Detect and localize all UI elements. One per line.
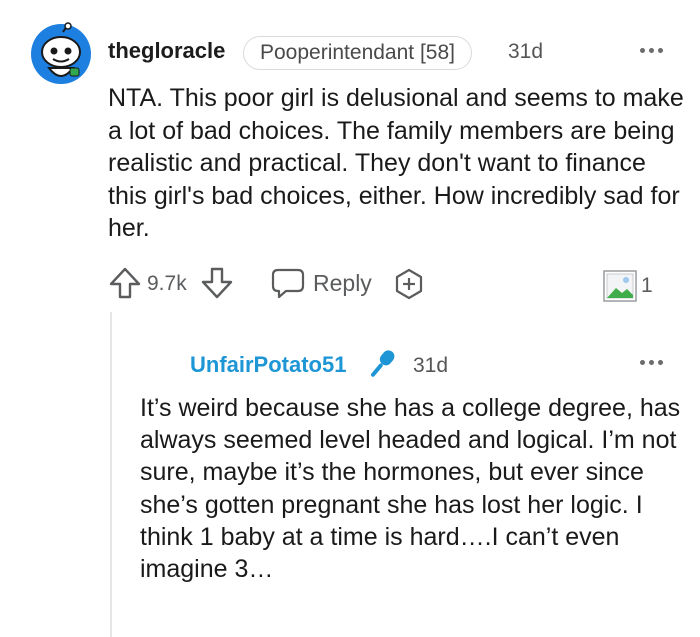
snoo-avatar-icon [31,22,91,84]
thread-line[interactable] [110,312,112,637]
more-options-icon[interactable] [638,46,668,56]
reply-body: It’s weird because she has a college deg… [140,394,681,584]
reply-age: 31d [413,354,449,377]
user-flair: Pooperintendant [58] [243,36,472,70]
comment-body: NTA. This poor girl is delusional and se… [108,84,684,242]
award-count: 1 [641,274,653,297]
upvote-button[interactable] [108,266,142,300]
comment-username[interactable]: thegloracle [108,38,225,64]
microphone-icon [371,350,395,377]
speech-bubble-icon [271,268,305,299]
award-plus-icon [395,268,423,300]
reply-username[interactable]: UnfairPotato51 [190,352,346,378]
image-award-icon [603,270,637,302]
award-image[interactable] [603,270,637,302]
microphone-badge [364,346,400,382]
reply-button[interactable]: Reply [271,266,372,300]
upvote-arrow-icon [109,267,141,299]
avatar[interactable] [29,22,93,86]
reply-label: Reply [313,269,372,296]
downvote-button[interactable] [200,266,234,300]
vote-count: 9.7k [147,272,187,295]
reply-more-options-icon[interactable] [638,358,668,368]
award-button[interactable] [393,268,425,300]
comment-age: 31d [508,40,544,63]
downvote-arrow-icon [201,267,233,299]
